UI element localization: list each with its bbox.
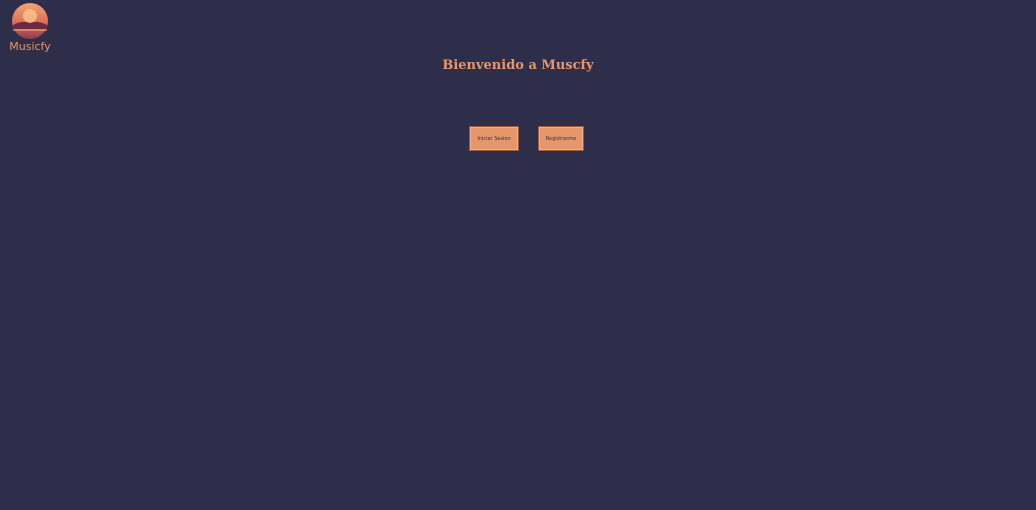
app-logo: Musicfy: [4, 2, 56, 56]
page-title: Bienvenido a Muscfy: [442, 58, 594, 73]
logo-text: Musicfy: [9, 40, 51, 53]
sunset-logo-icon: [12, 3, 48, 39]
login-button[interactable]: Iniciar Sesion: [469, 126, 519, 151]
register-button[interactable]: Registrarme: [538, 126, 584, 151]
